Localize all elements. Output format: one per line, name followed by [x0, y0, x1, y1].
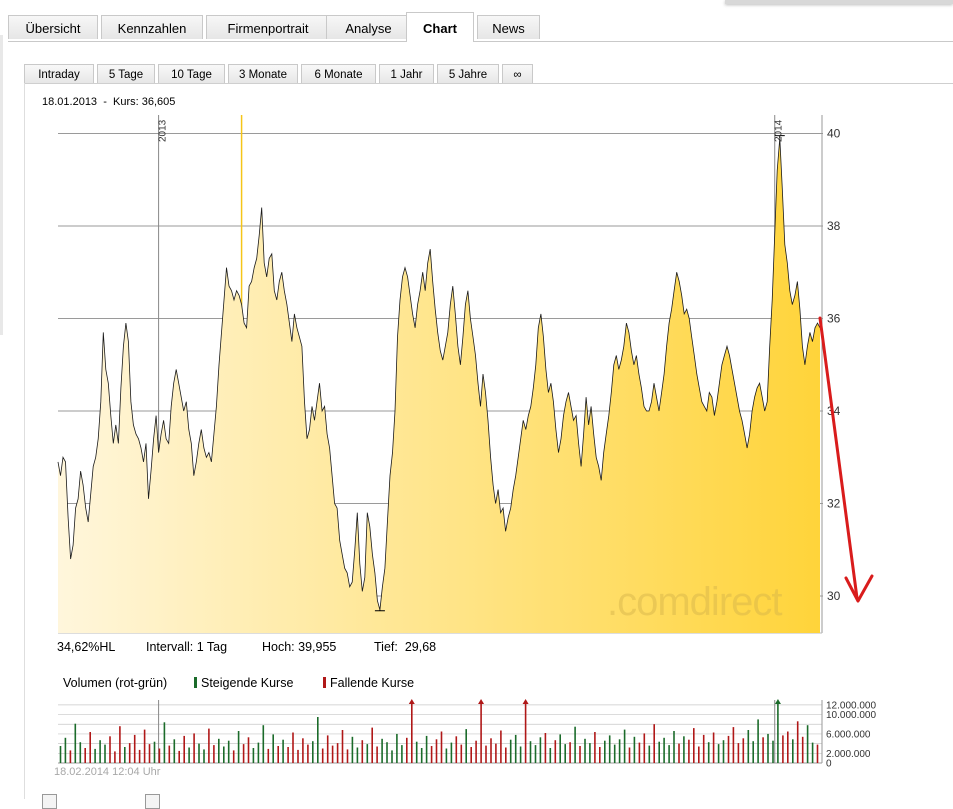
y-tick-label: 36 — [827, 312, 841, 326]
y-tick-label: 32 — [827, 497, 841, 511]
volume-y-tick-label: 2.000.000 — [826, 749, 871, 760]
volume-y-tick-label: 12.000.000 — [826, 700, 876, 711]
price-chart[interactable]: 303234363840 20132014 .comdirect — [0, 0, 953, 640]
year-label: 2013 — [158, 119, 169, 142]
rising-swatch — [194, 677, 197, 688]
red-down-arrow-annotation — [820, 318, 872, 601]
option-checkbox-1[interactable] — [42, 794, 57, 809]
legend-rising: Steigende Kurse — [194, 676, 293, 690]
volume-overflow-marker — [775, 699, 781, 704]
volume-y-tick-label: 6.000.000 — [826, 729, 871, 740]
year-label: 2014 — [774, 119, 785, 142]
stat-hoch-label: Hoch: — [262, 640, 295, 654]
volume-y-tick-label: 0 — [826, 759, 832, 770]
stat-tief-label: Tief: — [374, 640, 398, 654]
volume-chart[interactable]: 02.000.000 6.000.000 10.000.00012.000.000 — [0, 690, 953, 770]
option-checkbox-2[interactable] — [145, 794, 160, 809]
y-tick-label: 30 — [827, 589, 841, 603]
volume-overflow-marker — [478, 699, 484, 704]
stat-intervall: Intervall: 1 Tag — [146, 640, 227, 654]
falling-swatch — [323, 677, 326, 688]
legend-rising-label: Steigende Kurse — [201, 676, 293, 690]
volume-y-tick-label: 10.000.000 — [826, 710, 876, 721]
stat-hoch-value: 39,955 — [298, 640, 336, 654]
stat-tief: Tief: 29,68 — [374, 640, 436, 654]
volume-overflow-marker — [523, 699, 529, 704]
legend-falling: Fallende Kurse — [323, 676, 414, 690]
volume-overflow-marker — [409, 699, 415, 704]
volume-title: Volumen (rot-grün) — [63, 676, 167, 690]
legend-falling-label: Fallende Kurse — [330, 676, 414, 690]
stat-tief-value: 29,68 — [405, 640, 436, 654]
timestamp: 18.02.2014 12:04 Uhr — [54, 766, 160, 778]
y-tick-label: 38 — [827, 219, 841, 233]
stat-hl: 34,62%HL — [57, 640, 115, 654]
watermark: .comdirect — [607, 580, 782, 624]
y-tick-label: 40 — [827, 127, 841, 141]
stat-hoch: Hoch: 39,955 — [262, 640, 336, 654]
